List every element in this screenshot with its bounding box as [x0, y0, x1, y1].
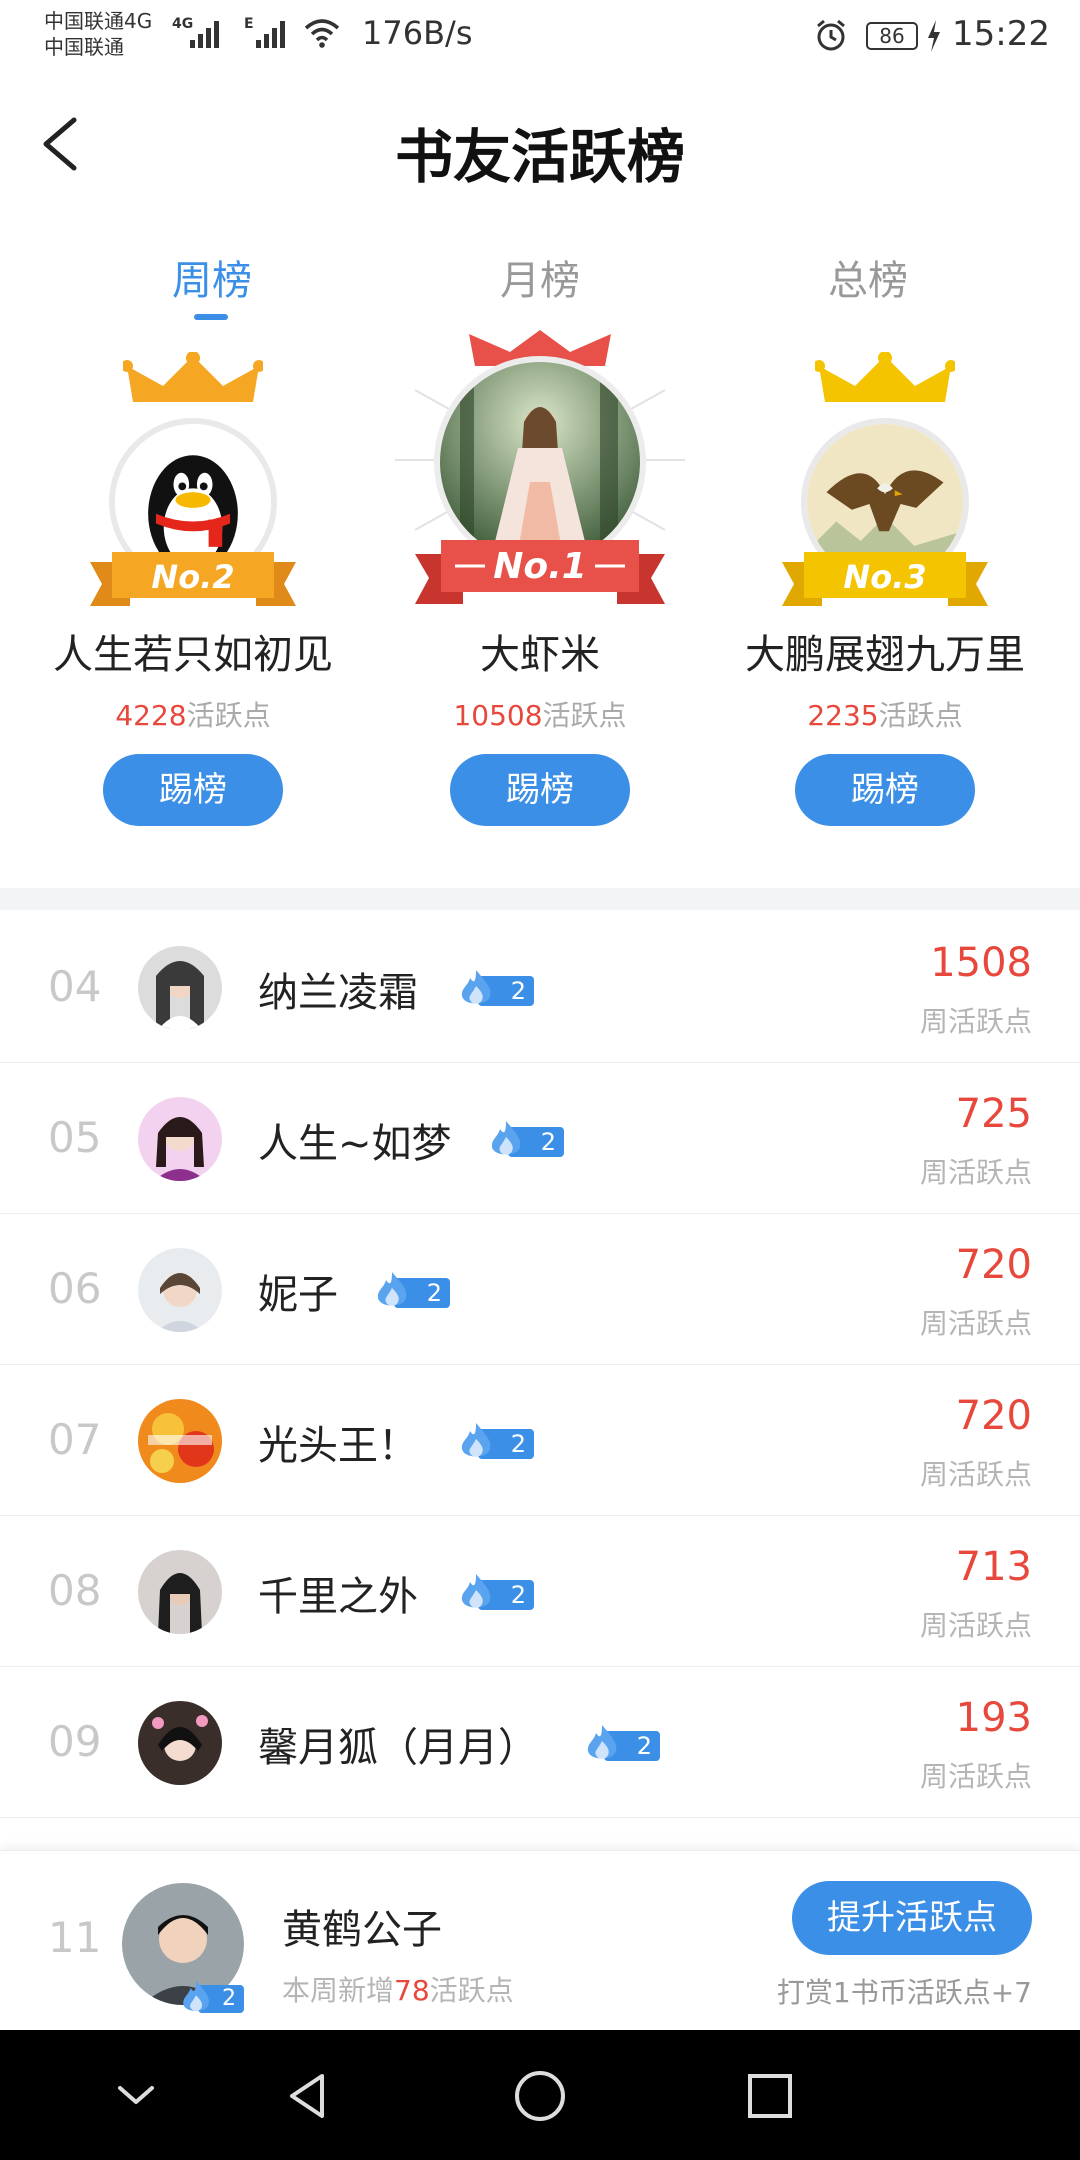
clock: 15:22	[952, 14, 1050, 54]
section-divider	[0, 888, 1080, 910]
list-item[interactable]: 04 纳兰凌霜 2 1508 周活跃点	[0, 912, 1080, 1063]
user-name: 妮子	[258, 1272, 338, 1318]
rank-number: 06	[48, 1264, 102, 1313]
network-speed: 176B/s	[362, 14, 473, 52]
score: 720	[955, 1393, 1032, 1439]
list-item[interactable]: 05 人生~如梦 2 725 周活跃点	[0, 1063, 1080, 1214]
rank-badge-3: No.3	[843, 558, 927, 596]
wifi-icon	[304, 19, 340, 48]
flame-level-icon	[491, 1121, 521, 1155]
score-label: 周活跃点	[919, 1307, 1032, 1340]
page-title: 书友活跃榜	[394, 123, 685, 191]
podium-points: 10508活跃点	[453, 699, 627, 732]
score-label: 周活跃点	[919, 1609, 1032, 1642]
avatar[interactable]	[138, 1399, 222, 1483]
rank-badge-2: No.2	[151, 558, 235, 596]
rank-number: 08	[48, 1566, 102, 1615]
podium-name: 大虾米	[480, 632, 600, 678]
avatar[interactable]	[138, 1097, 222, 1181]
rank-badge-1: No.1	[493, 546, 587, 587]
score-label: 周活跃点	[919, 1458, 1032, 1491]
podium-second: No.2 人生若只如初见 4228活跃点 踢榜	[28, 330, 358, 850]
score: 720	[955, 1242, 1032, 1288]
podium-name: 人生若只如初见	[53, 632, 333, 678]
score-label: 周活跃点	[919, 1760, 1032, 1793]
kick-button[interactable]: 踢榜	[795, 754, 975, 826]
podium-third: No.3 大鹏展翅九万里 2235活跃点 踢榜	[720, 330, 1050, 850]
user-name: 纳兰凌霜	[258, 970, 418, 1016]
avatar[interactable]	[138, 1550, 222, 1634]
flame-level-icon	[377, 1272, 407, 1306]
tab-weekly[interactable]: 周榜	[112, 248, 312, 306]
kick-button[interactable]: 踢榜	[103, 754, 283, 826]
signal-1-icon	[190, 14, 219, 48]
flame-level-icon	[183, 1980, 209, 2012]
nav-recents-icon[interactable]	[742, 2068, 798, 2124]
user-name: 光头王！	[258, 1423, 418, 1469]
score: 193	[955, 1695, 1032, 1741]
alarm-icon	[817, 19, 845, 51]
boost-activity-button[interactable]: 提升活跃点	[792, 1881, 1032, 1955]
podium-points: 4228活跃点	[115, 699, 271, 732]
system-nav-bar	[0, 2030, 1080, 2160]
podium-name: 大鹏展翅九万里	[745, 632, 1025, 678]
user-name: 千里之外	[258, 1574, 418, 1620]
tab-monthly[interactable]: 月榜	[440, 248, 640, 306]
my-rank-number: 11	[48, 1913, 102, 1962]
battery-level: 86	[866, 22, 918, 50]
level-badge: 2	[372, 1270, 450, 1308]
list-item[interactable]: 09 馨月狐（月月） 2 193 周活跃点	[0, 1667, 1080, 1818]
nav-back-icon[interactable]	[280, 2068, 336, 2124]
score: 713	[955, 1544, 1032, 1590]
signal-2-icon	[256, 14, 285, 48]
score: 1508	[930, 940, 1032, 986]
podium-points: 2235活跃点	[807, 699, 963, 732]
score-label: 周活跃点	[919, 1156, 1032, 1189]
nav-down-icon[interactable]	[108, 2068, 164, 2124]
avatar[interactable]	[138, 1248, 222, 1332]
carrier-line-2: 中国联通	[44, 35, 124, 59]
flame-level-icon	[461, 970, 491, 1004]
kick-button[interactable]: 踢榜	[450, 754, 630, 826]
charging-icon	[928, 20, 940, 52]
flame-level-icon	[587, 1725, 617, 1759]
nav-home-icon[interactable]	[512, 2068, 568, 2124]
my-rank-bar: 11 2 黄鹤公子 本周新增78活跃点 提升活跃点 打赏1书币活跃点+7	[0, 1850, 1080, 2031]
crown-icon	[815, 352, 955, 402]
carrier-info: 中国联通4G 中国联通	[44, 8, 152, 60]
flame-level-icon	[461, 1423, 491, 1457]
list-item[interactable]: 06 妮子 2 720 周活跃点	[0, 1214, 1080, 1365]
reward-hint: 打赏1书币活跃点+7	[776, 1976, 1032, 2009]
podium-first: No.1 大虾米 10508活跃点 踢榜	[375, 330, 705, 850]
rank-number: 04	[48, 962, 102, 1011]
user-name: 馨月狐（月月）	[258, 1725, 538, 1771]
rank-number: 05	[48, 1113, 102, 1162]
flame-level-icon	[461, 1574, 491, 1608]
my-level-badge: 2	[178, 1979, 244, 2013]
status-bar: 中国联通4G 中国联通 4G E 176B/s 86 15:22	[0, 0, 1080, 72]
avatar[interactable]	[138, 1701, 222, 1785]
user-name: 人生~如梦	[258, 1121, 452, 1167]
level-badge: 2	[456, 1421, 534, 1459]
list-item[interactable]: 07 光头王！ 2 720 周活跃点	[0, 1365, 1080, 1516]
score: 725	[955, 1091, 1032, 1137]
tab-indicator	[194, 314, 228, 320]
level-badge: 2	[456, 968, 534, 1006]
level-badge: 2	[486, 1119, 564, 1157]
network-type-2: E	[244, 16, 254, 32]
my-name: 黄鹤公子	[282, 1907, 442, 1953]
rank-number: 07	[48, 1415, 102, 1464]
rank-number: 09	[48, 1717, 102, 1766]
level-badge: 2	[582, 1723, 660, 1761]
tab-total[interactable]: 总榜	[768, 248, 968, 306]
my-weekly-gain: 本周新增78活跃点	[282, 1974, 514, 2007]
carrier-line-1: 中国联通4G	[44, 9, 153, 33]
list-item[interactable]: 08 千里之外 2 713 周活跃点	[0, 1516, 1080, 1667]
crown-icon	[123, 352, 263, 402]
avatar[interactable]	[138, 946, 222, 1030]
score-label: 周活跃点	[919, 1005, 1032, 1038]
level-badge: 2	[456, 1572, 534, 1610]
